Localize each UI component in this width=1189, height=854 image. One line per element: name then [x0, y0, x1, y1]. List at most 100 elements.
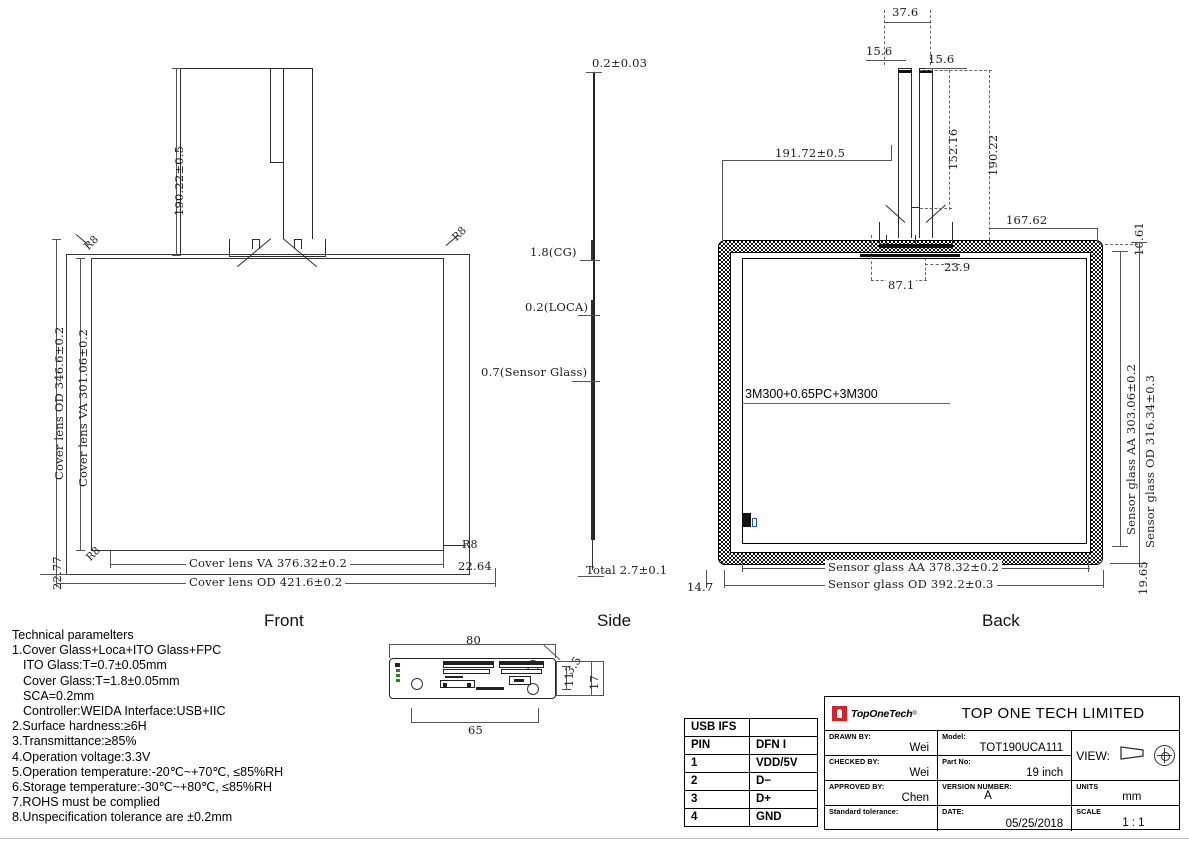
company-name: TOP ONE TECH LIMITED: [961, 705, 1145, 722]
pcb-led-2: [396, 674, 400, 677]
pcb-dim-width: 80: [466, 633, 482, 647]
back-fpc-midr: [919, 68, 920, 238]
first-angle-cone-icon: [1119, 744, 1145, 767]
title-block-col-people: DRAWN BY: Wei CHECKED BY: Wei APPROVED B…: [825, 731, 939, 831]
back-dim-871-ext-l: [871, 235, 872, 280]
back-dim-tail-base-width: 87.1: [886, 278, 917, 292]
projection-target-icon: [1154, 745, 1175, 766]
side-dim-top-tick: [586, 72, 602, 73]
back-conn-pin-2: [915, 235, 916, 245]
usb-table-row: 3 D+: [684, 790, 818, 809]
back-conn-r: [952, 222, 953, 244]
back-dim-bottom-left-14: 14.7: [687, 580, 714, 594]
front-dim-fpc-height: 190.22±0.5: [172, 145, 186, 216]
label-version-number: VERSION NUMBER:: [942, 782, 1012, 791]
back-dim-fpc-outer-height: 190.22: [986, 134, 1000, 176]
pcb-dim-height: 17: [587, 674, 601, 690]
pcb-dim-65-ext-r: [538, 708, 539, 723]
back-dim-376-line: [884, 22, 931, 23]
back-dim-aa-h-tick-l: [742, 556, 743, 572]
field-approved-by: APPROVED BY: Chen: [825, 781, 938, 806]
back-dim-sensor-od-horizontal: Sensor glass OD 392.2±0.3: [825, 577, 997, 591]
front-dim-va-h-tick-l: [110, 551, 111, 568]
note-line-8: 5.Operation temperature:-20℃~+70℃, ≤85%R…: [12, 764, 284, 779]
logo-text: TopOneTech: [851, 707, 913, 720]
pcb-usb-pins: [514, 679, 524, 682]
usb-row-3-signal: GND: [749, 808, 818, 827]
pcb-small-pin-r: [467, 683, 471, 688]
back-dim-156r-line: [925, 68, 967, 69]
title-block-header: TopOneTech ® TOP ONE TECH LIMITED: [825, 697, 1179, 731]
back-fpc-pad-l: [898, 70, 912, 73]
back-dim-tail-step: 23.9: [944, 260, 971, 274]
pcb-connector-fpc2-body: [501, 669, 542, 674]
back-dim-od-v-tick-t: [1131, 242, 1147, 243]
pcb-dim-80-ext-l: [389, 644, 390, 658]
back-dim-156l-line: [866, 60, 906, 61]
title-block-body: DRAWN BY: Wei CHECKED BY: Wei APPROVED B…: [825, 731, 1179, 831]
usb-table-title-blank: [749, 718, 818, 737]
pcb-trace: [445, 676, 463, 678]
back-fpc-midl: [911, 68, 912, 238]
back-dim-19172-line: [722, 160, 892, 161]
back-fpc-right: [932, 68, 933, 238]
notes-title: Technical paramelters: [12, 628, 134, 642]
usb-table-title: USB IFS: [684, 718, 750, 737]
pcb-connector-fpc2-pins: [500, 662, 543, 665]
front-dim-cover-va-horizontal: Cover lens VA 376.32±0.2: [186, 556, 351, 570]
pcb-led-1: [396, 669, 400, 672]
front-conn-notch1l: [252, 239, 253, 249]
front-dim-od-v-tick-t: [52, 239, 61, 240]
back-fpc-flare-l: [885, 204, 906, 223]
front-conn-notch1r: [259, 239, 260, 249]
front-dim-cover-va-vertical: Cover lens VA 301.06±0.2: [76, 328, 90, 487]
front-conn-notch2l: [294, 239, 295, 249]
projection-target-dot: [1161, 752, 1170, 761]
usb-table-title-row: USB IFS: [684, 718, 818, 737]
note-line-1: ITO Glass:T=0.7±0.05mm: [23, 658, 167, 673]
back-dim-aa-v-tick-b: [1112, 546, 1128, 547]
cone-svg: [1120, 746, 1144, 760]
label-view: VIEW:: [1076, 748, 1110, 763]
pcb-connector-fpc1-body: [443, 669, 490, 674]
field-view: VIEW:: [1072, 731, 1179, 781]
usb-row-1-pin: 2: [684, 772, 750, 791]
usb-row-2-pin: 3: [684, 790, 750, 809]
pcb-dim-inner-width: 65: [468, 723, 484, 737]
front-dim-190-tick-top: [172, 68, 181, 69]
value-approved-by: Chen: [901, 792, 930, 804]
label-checked-by: CHECKED BY:: [829, 757, 880, 766]
pcb-dim-inner-height: 11: [562, 671, 576, 687]
title-block: TopOneTech ® TOP ONE TECH LIMITED DRAWN B…: [824, 696, 1180, 831]
back-conn-base: [860, 254, 960, 257]
back-dim-od-v-line: [1139, 242, 1140, 564]
back-dim-od-h-tick-l: [724, 570, 725, 588]
drawing-canvas: 190.22±0.5 R8 R8 R8 R8 Cover lens OD 346…: [0, 0, 1189, 854]
company-logo: TopOneTech ®: [825, 697, 943, 730]
back-fpc-inner-bottom: [911, 207, 920, 208]
field-standard-tolerance: Standard tolerance:: [825, 806, 937, 831]
back-dim-16762-ext-r: [1097, 228, 1098, 242]
pcb-connector-fpc1-pins: [444, 662, 493, 665]
pcb-flex-cable: [476, 687, 504, 690]
label-approved-by: APPROVED BY:: [829, 782, 885, 791]
pcb-component: [395, 663, 400, 667]
back-dim-aa-v-line: [1120, 251, 1121, 547]
back-dim-fpc-right: 15.6: [928, 52, 955, 66]
label-scale: SCALE: [1076, 807, 1102, 816]
pcb-hole-left: [411, 678, 423, 690]
front-dim-right-offset: 22.64: [458, 559, 492, 573]
front-conn-notch2t: [294, 239, 302, 240]
value-model: TOT190UCA111: [979, 742, 1064, 754]
back-view-caption: Back: [982, 611, 1020, 630]
label-part-no: Part No:: [942, 757, 971, 766]
value-date: 05/25/2018: [1005, 818, 1064, 830]
back-dim-aa-h-tick-r: [1088, 556, 1089, 572]
front-conn-notch1t: [252, 239, 260, 240]
pcb-small-pin-l: [443, 683, 447, 688]
back-conn-pin-1: [886, 235, 887, 245]
side-dim-top: 0.2±0.03: [592, 56, 648, 70]
usb-row-1-signal: D−: [749, 772, 818, 791]
front-dim-left-offset-line: [40, 574, 70, 575]
technical-notes: Technical paramelters 1.Cover Glass+Loca…: [12, 628, 283, 826]
